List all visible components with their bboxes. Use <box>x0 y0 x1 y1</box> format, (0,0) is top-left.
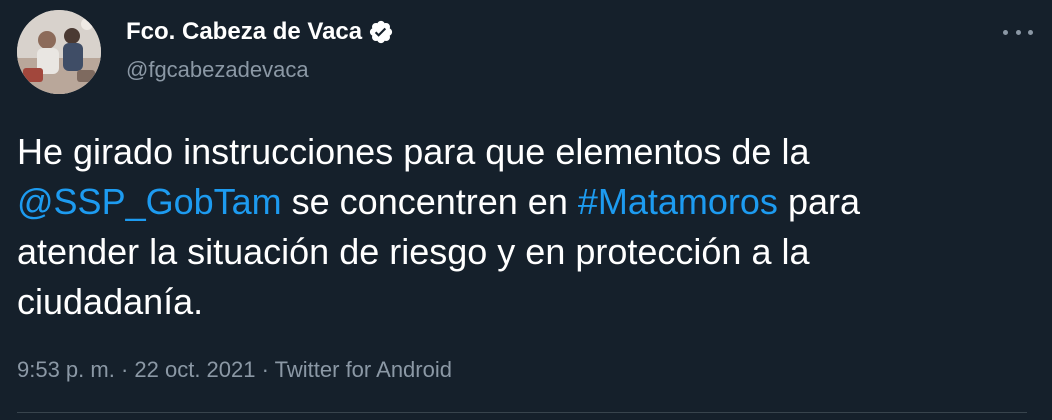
hashtag-link[interactable]: #Matamoros <box>578 181 778 222</box>
tweet-source[interactable]: Twitter for Android <box>275 357 452 382</box>
mention-link[interactable]: @SSP_GobTam <box>17 181 282 222</box>
avatar[interactable] <box>17 10 101 94</box>
tweet-text-part: He girado instrucciones para que element… <box>17 131 810 172</box>
tweet-card: Fco. Cabeza de Vaca @fgcabezadevaca He g… <box>0 0 1052 420</box>
author-block: Fco. Cabeza de Vaca @fgcabezadevaca <box>126 14 394 88</box>
more-dot <box>1028 29 1033 35</box>
divider <box>17 412 1027 413</box>
tweet-text-part: se concentren en <box>281 181 578 222</box>
tweet-metadata: 9:53 p. m. · 22 oct. 2021 · Twitter for … <box>17 352 452 388</box>
author-display-name[interactable]: Fco. Cabeza de Vaca <box>126 14 362 50</box>
tweet-time[interactable]: 9:53 p. m. <box>17 357 115 382</box>
more-dot <box>1015 29 1021 35</box>
tweet-date[interactable]: 22 oct. 2021 <box>134 357 255 382</box>
author-handle[interactable]: @fgcabezadevaca <box>126 52 394 88</box>
meta-separator: · <box>255 357 275 382</box>
tweet-text: He girado instrucciones para que element… <box>17 127 1027 327</box>
author-name-row: Fco. Cabeza de Vaca <box>126 14 394 50</box>
verified-badge-icon <box>368 19 394 45</box>
more-options-icon[interactable] <box>1003 20 1033 44</box>
avatar-image <box>17 10 101 94</box>
more-dot <box>1003 29 1008 35</box>
meta-separator: · <box>114 357 135 382</box>
